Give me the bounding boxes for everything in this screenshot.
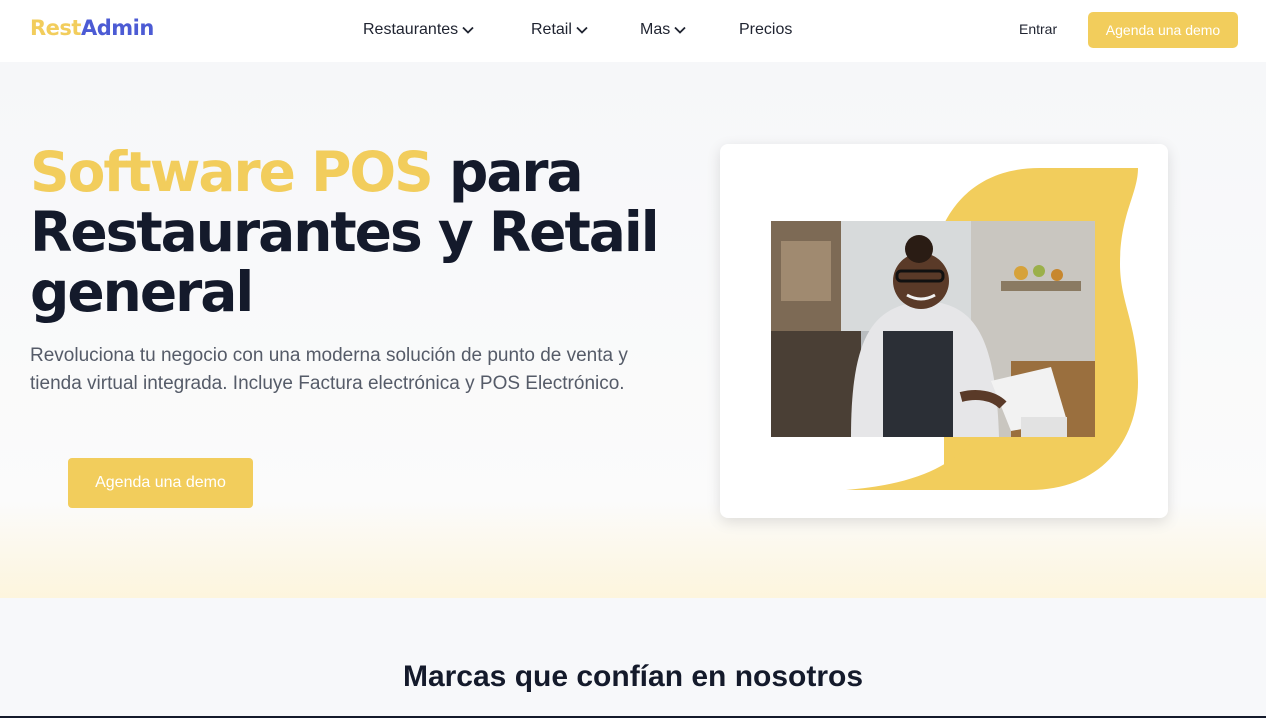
- nav-item-label: Restaurantes: [363, 21, 459, 38]
- chevron-down-icon: [673, 23, 687, 37]
- decorative-leaf-tail: [846, 444, 1020, 490]
- hero-image-card: [720, 144, 1168, 518]
- hero-illustration: [771, 168, 1138, 490]
- nav-item-label: Retail: [531, 21, 572, 38]
- hero-title: Software POS para Restaurantes y Retail …: [30, 142, 670, 322]
- nav-item-restaurantes[interactable]: Restaurantes: [363, 19, 475, 41]
- main-nav: Restaurantes Retail Mas Precios: [0, 0, 1266, 62]
- brands-section-title: Marcas que confían en nosotros: [402, 660, 864, 693]
- chevron-down-icon: [461, 23, 475, 37]
- login-link[interactable]: Entrar: [1019, 21, 1057, 37]
- site-header: RestAdmin Restaurantes Retail Mas Precio…: [0, 0, 1266, 62]
- photo-cashier: [771, 221, 1095, 437]
- chevron-down-icon: [575, 23, 589, 37]
- nav-item-retail[interactable]: Retail: [531, 19, 589, 41]
- nav-item-label: Precios: [739, 21, 793, 38]
- header-demo-button[interactable]: Agenda una demo: [1088, 12, 1238, 48]
- nav-item-label: Mas: [640, 21, 671, 38]
- nav-item-mas[interactable]: Mas: [640, 19, 687, 41]
- hero-demo-button[interactable]: Agenda una demo: [68, 458, 253, 508]
- nav-item-precios[interactable]: Precios: [739, 19, 792, 41]
- hero-title-accent: Software POS: [30, 140, 434, 204]
- hero-section: Software POS para Restaurantes y Retail …: [0, 62, 1266, 598]
- hero-subtitle: Revoluciona tu negocio con una moderna s…: [30, 345, 628, 394]
